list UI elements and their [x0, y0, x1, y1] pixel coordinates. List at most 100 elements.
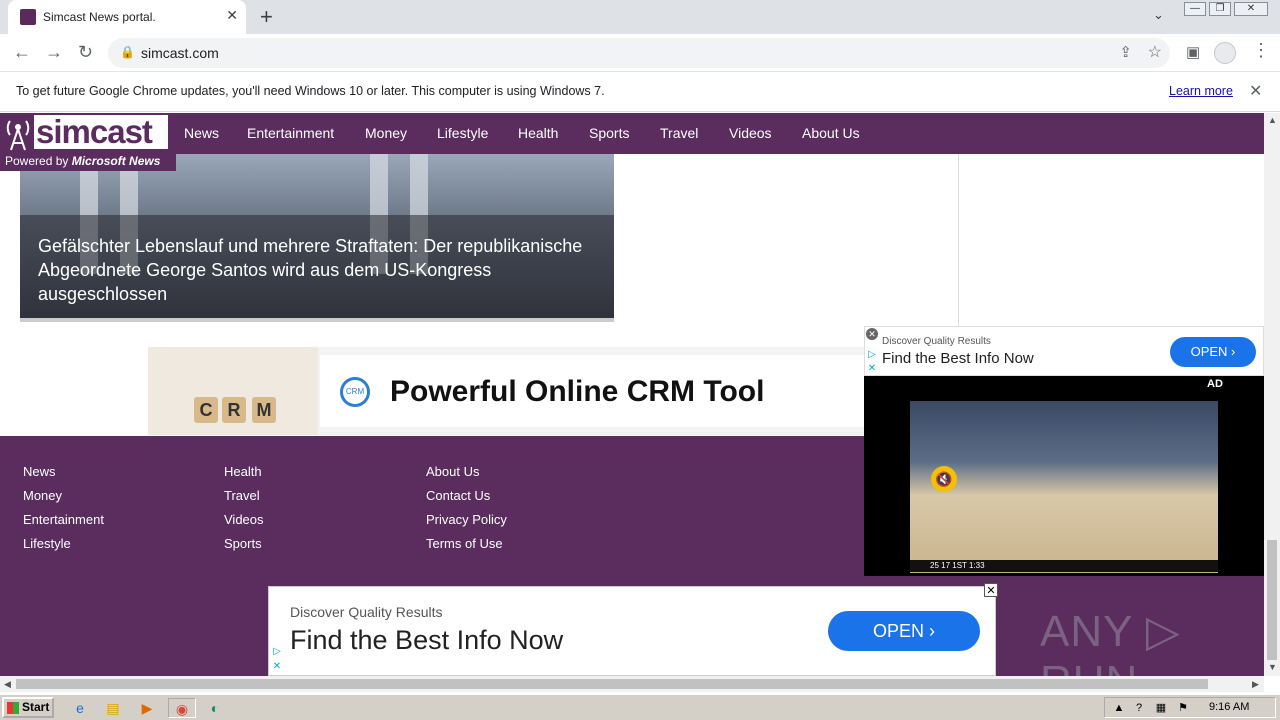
start-label: Start — [22, 700, 50, 714]
ad-close-icon[interactable]: ✕ — [866, 328, 878, 340]
footer-link[interactable]: News — [23, 464, 56, 479]
url-text[interactable]: simcast.com — [141, 45, 219, 61]
internet-explorer-icon[interactable]: e — [70, 698, 90, 718]
side-banner-ad[interactable]: ✕ ▷ ✕ Discover Quality Results Find the … — [864, 326, 1264, 376]
infobar-close-icon[interactable]: ✕ — [1249, 81, 1262, 101]
simcast-favicon-icon — [20, 9, 36, 25]
nav-sports[interactable]: Sports — [589, 125, 629, 141]
taskbar-clock: 9:16 AM — [1209, 701, 1250, 713]
crm-banner-ad[interactable]: C R M CRM Powerful Online CRM Tool — [148, 347, 864, 435]
footer-link[interactable]: Entertainment — [23, 512, 104, 527]
nav-videos[interactable]: Videos — [729, 125, 772, 141]
web-page: News Entertainment Money Lifestyle Healt… — [0, 113, 1264, 676]
scroll-left-icon[interactable]: ◀ — [4, 679, 11, 690]
nav-travel[interactable]: Travel — [660, 125, 698, 141]
nav-lifestyle[interactable]: Lifestyle — [437, 125, 488, 141]
mute-icon[interactable]: 🔇 — [931, 466, 957, 492]
vertical-scrollbar[interactable]: ▲ ▼ — [1264, 113, 1280, 676]
update-infobar: To get future Google Chrome updates, you… — [0, 72, 1280, 112]
footer-link[interactable]: Sports — [224, 536, 262, 551]
media-player-icon[interactable]: ▶ — [137, 698, 157, 718]
share-icon[interactable]: ⇪ — [1119, 43, 1132, 61]
horizontal-scrollbar[interactable]: ◀ ▶ — [0, 676, 1264, 692]
adchoices-icon[interactable]: ▷ — [866, 349, 878, 361]
hero-article[interactable]: Gefälschter Lebenslauf und mehrere Straf… — [20, 154, 614, 321]
site-logo[interactable]: simcast Powered by Microsoft News — [0, 113, 176, 171]
bottom-banner-ad[interactable]: Discover Quality Results Find the Best I… — [268, 583, 998, 676]
scroll-right-icon[interactable]: ▶ — [1252, 679, 1259, 690]
adchoices-icon[interactable]: ▷ — [270, 645, 284, 659]
bottom-ad-close-icon[interactable]: ✕ — [984, 583, 998, 597]
bottom-ad-headline[interactable]: Find the Best Info Now — [290, 625, 563, 656]
broadcast-tower-icon — [6, 120, 30, 151]
side-ad-open-button[interactable]: OPEN › — [1170, 337, 1256, 367]
folder-icon[interactable]: ▤ — [103, 698, 123, 718]
hero-headline[interactable]: Gefälschter Lebenslauf und mehrere Straf… — [38, 234, 608, 306]
footer-link[interactable]: Terms of Use — [426, 536, 503, 551]
maximize-button[interactable]: ❐ — [1209, 2, 1231, 16]
nav-entertainment[interactable]: Entertainment — [247, 125, 334, 141]
forward-icon[interactable]: → — [45, 42, 63, 63]
side-panel-icon[interactable]: ▣ — [1186, 43, 1200, 61]
new-tab-button[interactable]: + — [260, 4, 273, 30]
video-ad-player[interactable]: AD 25 17 1ST 1:33 🔇 — [864, 376, 1264, 576]
nav-about-us[interactable]: About Us — [802, 125, 860, 141]
tab-search-icon[interactable]: ⌄ — [1153, 7, 1164, 23]
video-scoreboard: 25 17 1ST 1:33 — [910, 560, 1218, 572]
footer-link[interactable]: Health — [224, 464, 262, 479]
vertical-scroll-thumb[interactable] — [1267, 540, 1277, 660]
footer-link[interactable]: Travel — [224, 488, 260, 503]
infobar-message: To get future Google Chrome updates, you… — [16, 84, 605, 98]
chrome-taskbar-icon[interactable]: ◉ — [168, 698, 196, 718]
crm-ad-image: C R M — [148, 347, 318, 435]
video-frame[interactable] — [910, 401, 1218, 573]
ad-x-icon[interactable]: ✕ — [270, 660, 284, 674]
browser-tab[interactable]: Simcast News portal. ✕ — [8, 0, 246, 34]
menu-icon[interactable]: ⋮ — [1252, 40, 1270, 61]
anyrun-watermark: ANY ▷ RUN — [1040, 607, 1181, 676]
side-ad-headline[interactable]: Find the Best Info Now — [882, 350, 1034, 367]
nav-news[interactable]: News — [184, 125, 219, 141]
crm-ad-title[interactable]: Powerful Online CRM Tool — [390, 375, 764, 409]
side-ad-subtitle: Discover Quality Results — [882, 336, 991, 347]
lock-icon[interactable]: 🔒 — [120, 45, 135, 59]
help-icon[interactable]: ? — [1129, 698, 1149, 718]
scroll-down-icon[interactable]: ▼ — [1268, 662, 1277, 672]
video-ad-label: AD — [1207, 378, 1223, 390]
footer-link[interactable]: Privacy Policy — [426, 512, 507, 527]
address-bar[interactable]: 🔒 simcast.com ⇪ ☆ — [108, 38, 1170, 68]
tray-expand-icon[interactable]: ▲ — [1109, 698, 1129, 718]
nav-health[interactable]: Health — [518, 125, 558, 141]
start-button[interactable]: Start — [2, 697, 54, 718]
hero-divider — [20, 318, 614, 322]
tab-close-icon[interactable]: ✕ — [226, 7, 238, 24]
horizontal-scroll-thumb[interactable] — [16, 679, 1208, 689]
footer-link[interactable]: Lifestyle — [23, 536, 71, 551]
ad-x-icon[interactable]: ✕ — [866, 363, 878, 375]
reload-icon[interactable]: ↻ — [78, 42, 93, 63]
bottom-ad-subtitle: Discover Quality Results — [290, 604, 443, 620]
footer-link[interactable]: Contact Us — [426, 488, 490, 503]
minimize-button[interactable]: — — [1184, 2, 1206, 16]
bookmark-star-icon[interactable]: ☆ — [1148, 42, 1162, 62]
column-divider — [958, 154, 959, 326]
footer-link[interactable]: About Us — [426, 464, 479, 479]
crm-cube: M — [252, 397, 276, 423]
action-center-flag-icon[interactable]: ⚑ — [1173, 698, 1193, 718]
back-icon[interactable]: ← — [13, 42, 31, 63]
windows-taskbar: Start e ▤ ▶ ◉ ◐ ▲ ? ▦ ⚑ 9:16 AM — [0, 694, 1280, 720]
edge-icon[interactable]: ◐ — [205, 698, 225, 718]
browser-toolbar: ← → ↻ 🔒 simcast.com ⇪ ☆ ▣ ⋮ — [0, 34, 1280, 72]
system-tray: ▲ ? ▦ ⚑ — [1104, 697, 1276, 718]
scroll-up-icon[interactable]: ▲ — [1268, 115, 1277, 125]
footer-link[interactable]: Videos — [224, 512, 264, 527]
footer-link[interactable]: Money — [23, 488, 62, 503]
crm-cube: C — [194, 397, 218, 423]
window-close-button[interactable]: ✕ — [1234, 2, 1268, 16]
network-icon[interactable]: ▦ — [1151, 698, 1171, 718]
tab-title: Simcast News portal. — [43, 10, 156, 24]
bottom-ad-open-button[interactable]: OPEN › — [828, 611, 980, 651]
learn-more-link[interactable]: Learn more — [1169, 84, 1233, 98]
nav-money[interactable]: Money — [365, 125, 407, 141]
profile-avatar[interactable] — [1214, 42, 1236, 64]
